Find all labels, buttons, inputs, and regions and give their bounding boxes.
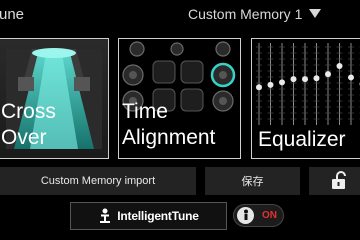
eq-band-knob xyxy=(256,84,262,91)
intelligent-tune-label: IntelligentTune xyxy=(117,209,199,223)
eq-band-knob xyxy=(290,76,297,83)
crossover-label-line1: Cross xyxy=(1,100,56,123)
time-alignment-tile[interactable]: Time Alignment xyxy=(118,38,241,159)
custom-memory-dropdown-label: Custom Memory 1 xyxy=(188,6,303,22)
intelligent-tune-toggle[interactable]: ON xyxy=(233,204,284,227)
time-alignment-label-line2: Alignment xyxy=(122,126,216,149)
eq-band-knob xyxy=(348,74,354,81)
speaker-icon xyxy=(129,41,145,57)
toggle-knob xyxy=(237,207,254,224)
top-bar: une Custom Memory 1 xyxy=(0,0,360,30)
toggle-state-label: ON xyxy=(262,210,277,221)
eq-band-knob xyxy=(313,75,320,82)
app-title: une xyxy=(0,6,25,23)
eq-band-knob xyxy=(325,71,331,78)
person-icon xyxy=(241,209,251,223)
crossover-tile[interactable]: Cross Over xyxy=(0,38,109,159)
eq-band-knob xyxy=(336,62,343,69)
crossover-label-line2: Over xyxy=(1,126,47,149)
save-button[interactable]: 保存 xyxy=(205,167,300,195)
time-alignment-label-line1: Time xyxy=(122,100,168,123)
eq-band-knob xyxy=(279,79,285,86)
seat-icon xyxy=(180,88,204,112)
seat-icon xyxy=(152,60,176,84)
intelligent-tune-button[interactable]: IntelligentTune xyxy=(70,202,227,230)
lock-button[interactable] xyxy=(309,167,360,195)
equalizer-tile[interactable]: Equalizer xyxy=(251,38,360,159)
intelligent-tune-icon xyxy=(98,208,112,224)
eq-band-knob xyxy=(302,76,308,83)
speaker-icon xyxy=(215,41,231,57)
custom-memory-import-button[interactable]: Custom Memory import xyxy=(0,167,196,195)
eq-band-knob xyxy=(267,81,274,88)
seat-icon xyxy=(180,60,204,84)
custom-memory-dropdown[interactable]: Custom Memory 1 xyxy=(188,6,322,22)
speaker-icon xyxy=(170,42,184,56)
unlock-icon xyxy=(332,171,346,189)
equalizer-label: Equalizer xyxy=(258,128,346,151)
dropdown-caret-icon xyxy=(309,9,322,18)
